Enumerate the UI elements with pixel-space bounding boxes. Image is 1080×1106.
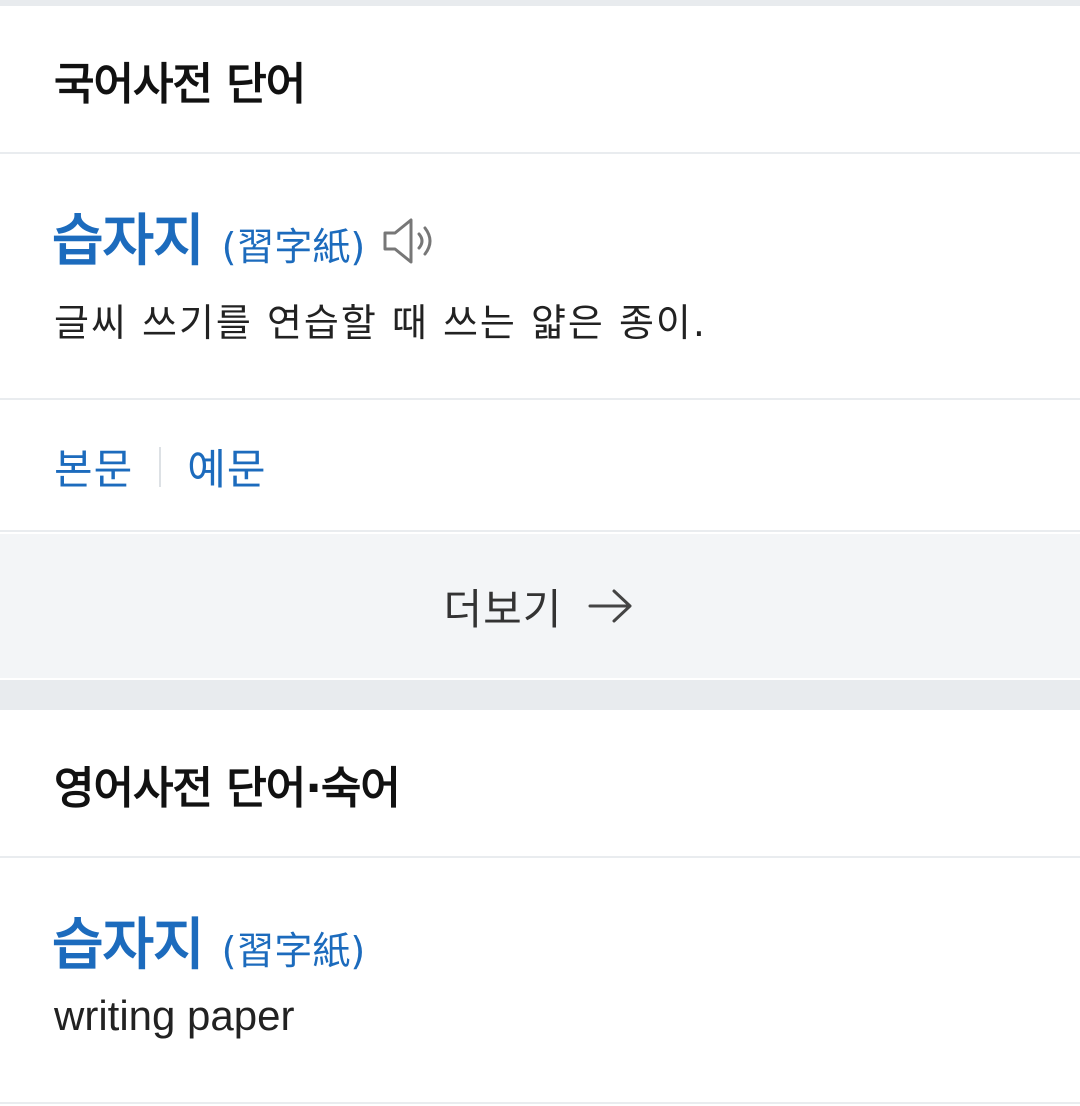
top-section-gap <box>0 0 1080 6</box>
korean-entry-headword[interactable]: 습자지 <box>52 196 205 277</box>
divider <box>0 856 1080 858</box>
divider <box>0 1102 1080 1104</box>
example-sentences-link[interactable]: 예문 <box>187 436 266 497</box>
english-dict-section-title: 영어사전 단어·숙어 <box>54 763 401 814</box>
korean-entry-hanja: (習字紙) <box>221 225 366 269</box>
divider <box>0 530 1080 532</box>
more-button[interactable]: 더보기 <box>0 534 1080 678</box>
arrow-right-icon <box>588 589 632 623</box>
english-entry-hanja: (習字紙) <box>221 929 366 973</box>
speaker-icon[interactable] <box>381 216 437 266</box>
main-text-link[interactable]: 본문 <box>54 436 133 497</box>
english-entry-header: 습자지 (習字紙) <box>52 900 365 981</box>
entry-links: 본문 예문 <box>54 436 267 497</box>
divider <box>0 152 1080 154</box>
section-gap <box>0 680 1080 710</box>
more-button-label: 더보기 <box>443 584 563 634</box>
english-entry-headword[interactable]: 습자지 <box>52 900 205 981</box>
divider <box>0 398 1080 400</box>
korean-dict-section-title: 국어사전 단어 <box>54 59 306 110</box>
korean-entry-header: 습자지 (習字紙) <box>52 196 437 277</box>
link-divider <box>159 446 162 487</box>
english-entry-translation: writing paper <box>54 992 295 1039</box>
korean-entry-definition: 글씨 쓰기를 연습할 때 쓰는 얇은 종이. <box>54 301 707 345</box>
